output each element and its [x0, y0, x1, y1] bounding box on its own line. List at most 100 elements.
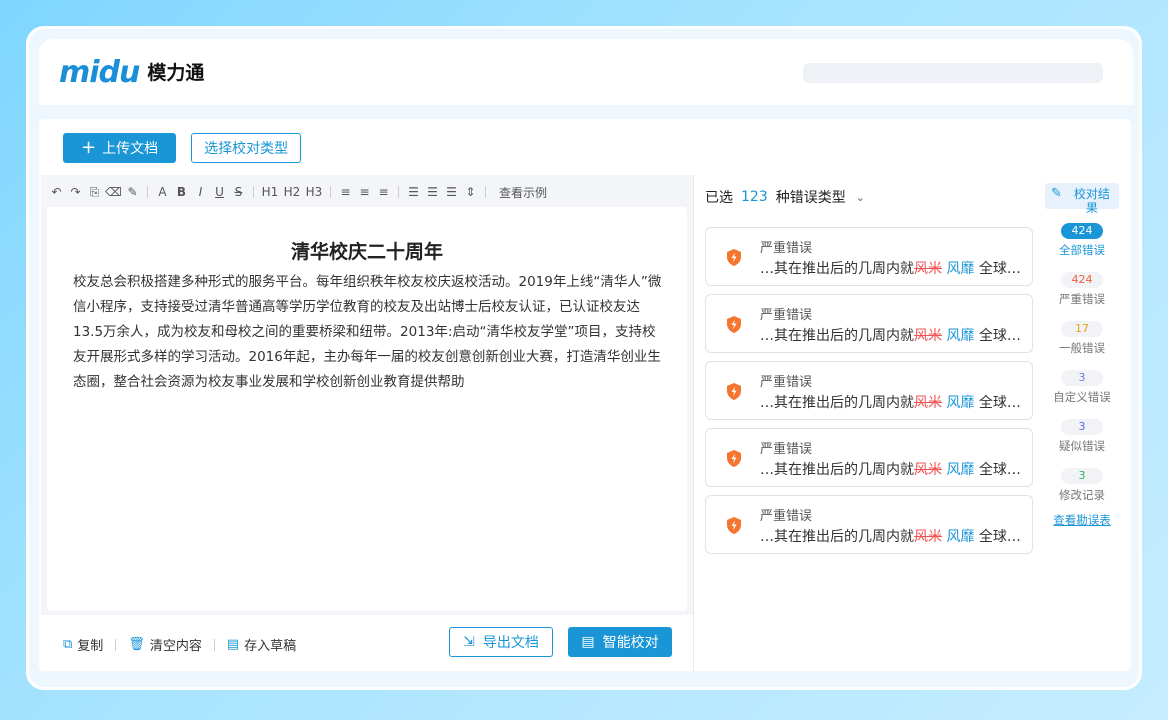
count-badge: 424 [1061, 223, 1103, 239]
clear-format-icon[interactable]: ⌫ [105, 185, 122, 200]
align-center-icon[interactable]: ≡ [357, 185, 372, 200]
redo-icon[interactable]: ↷ [68, 185, 83, 200]
document-title: 清华校庆二十周年 [290, 241, 443, 263]
count-badge: 3 [1061, 468, 1103, 484]
strikethrough-icon[interactable]: S [231, 185, 246, 200]
shield-warning-icon [727, 316, 741, 333]
italic-icon[interactable]: I [193, 185, 208, 200]
upload-document-label: 上传文档 [102, 141, 159, 157]
error-card[interactable]: 严重错误 …其在推出后的几周内就风米 风靡 全球… [705, 428, 1033, 487]
filter-custom-errors[interactable]: 3 自定义错误 [1045, 366, 1119, 405]
chevron-down-icon: ⌄ [855, 190, 865, 204]
select-check-type-button[interactable]: 选择校对类型 [191, 133, 302, 163]
toolbar-divider [253, 186, 254, 198]
copy-icon: ⧉ [63, 637, 73, 652]
error-list: 严重错误 …其在推出后的几周内就风米 风靡 全球… 严重错误 …其在推出后的几周… [705, 227, 1033, 562]
error-type: 严重错误 [760, 375, 813, 390]
selected-suffix: 种错误类型 [775, 190, 846, 206]
error-wrong-word: 风米 [914, 261, 942, 277]
error-type: 严重错误 [760, 442, 813, 457]
error-card[interactable]: 严重错误 …其在推出后的几周内就风米 风靡 全球… [705, 227, 1033, 286]
shield-warning-icon [727, 383, 741, 400]
plus-icon: + [81, 137, 97, 158]
header-search-bar[interactable] [803, 63, 1103, 83]
error-wrong-word: 风米 [914, 529, 942, 545]
view-example-link[interactable]: 查看示例 [499, 184, 547, 201]
top-toolbar: + 上传文档 选择校对类型 [63, 133, 302, 163]
error-fix-word[interactable]: 风靡 [946, 529, 974, 545]
upload-document-button[interactable]: + 上传文档 [63, 133, 177, 163]
shield-warning-icon [727, 249, 741, 266]
smart-check-button[interactable]: ▤ 智能校对 [568, 627, 672, 657]
error-type-selector[interactable]: 已选 123 种错误类型 ⌄ [705, 187, 865, 207]
outdent-icon[interactable]: ☰ [425, 185, 440, 200]
format-painter-icon[interactable]: ⎘ [87, 185, 102, 200]
align-left-icon[interactable]: ≡ [338, 185, 353, 200]
font-size-icon[interactable]: A [155, 185, 170, 200]
selected-count: 123 [741, 189, 768, 205]
heading1-icon[interactable]: H1 [261, 185, 279, 200]
shield-warning-icon [727, 450, 741, 467]
error-wrong-word: 风米 [914, 462, 942, 478]
smart-check-label: 智能校对 [602, 635, 659, 651]
document-icon: ▤ [581, 634, 595, 650]
line-height-icon[interactable]: ⇕ [463, 185, 478, 200]
heading3-icon[interactable]: H3 [305, 185, 323, 200]
filter-label: 疑似错误 [1059, 439, 1105, 453]
error-prefix: …其在推出后的几周内就 [760, 261, 914, 277]
selected-prefix: 已选 [705, 190, 733, 206]
filter-label: 全部错误 [1059, 243, 1105, 257]
copy-button[interactable]: ⧉ 复制 [63, 635, 103, 654]
workspace: + 上传文档 选择校对类型 ↶ ↷ ⎘ ⌫ ✎ A B I U S H1 H2 [39, 119, 1131, 671]
filter-all-errors[interactable]: 424 全部错误 [1045, 219, 1119, 258]
error-suffix: 全球… [978, 328, 1021, 344]
list-icon[interactable]: ☰ [444, 185, 459, 200]
filter-suspected-errors[interactable]: 3 疑似错误 [1045, 415, 1119, 454]
error-fix-word[interactable]: 风靡 [946, 395, 974, 411]
error-suffix: 全球… [978, 529, 1021, 545]
bold-icon[interactable]: B [174, 185, 189, 200]
count-badge: 3 [1061, 419, 1103, 435]
error-card[interactable]: 严重错误 …其在推出后的几周内就风米 风靡 全球… [705, 495, 1033, 554]
document-edit-icon: ✎ [1051, 186, 1062, 201]
error-fix-word[interactable]: 风靡 [946, 462, 974, 478]
error-type: 严重错误 [760, 308, 813, 323]
eraser-icon[interactable]: ✎ [125, 185, 140, 200]
undo-icon[interactable]: ↶ [49, 185, 64, 200]
filter-edit-history[interactable]: 3 修改记录 [1045, 464, 1119, 503]
footer-actions: ⧉ 复制 🗑 清空内容 ▤ 存入草稿 [63, 635, 296, 654]
panel-divider [693, 175, 694, 671]
align-right-icon[interactable]: ≡ [376, 185, 391, 200]
filter-label: 自定义错误 [1053, 390, 1111, 404]
error-type: 严重错误 [760, 509, 813, 524]
error-fix-word[interactable]: 风靡 [946, 261, 974, 277]
view-errata-table-link[interactable]: 查看勘误表 [1045, 513, 1119, 528]
error-fix-word[interactable]: 风靡 [946, 328, 974, 344]
heading2-icon[interactable]: H2 [283, 185, 301, 200]
count-badge: 424 [1061, 272, 1103, 288]
error-prefix: …其在推出后的几周内就 [760, 395, 914, 411]
filter-general-errors[interactable]: 17 一般错误 [1045, 317, 1119, 356]
tab-check-results[interactable]: ✎ 校对结果 [1045, 183, 1119, 215]
indent-icon[interactable]: ☰ [406, 185, 421, 200]
save-draft-button[interactable]: ▤ 存入草稿 [227, 635, 296, 654]
check-results-label: 校对结果 [1073, 187, 1110, 215]
underline-icon[interactable]: U [212, 185, 227, 200]
results-panel: 已选 123 种错误类型 ⌄ 严重错误 …其在推出后的几周内就风米 风靡 全球…… [695, 175, 1131, 671]
error-prefix: …其在推出后的几周内就 [760, 529, 914, 545]
clear-content-button[interactable]: 🗑 清空内容 [128, 635, 202, 654]
error-context: …其在推出后的几周内就风米 风靡 全球… [760, 325, 1021, 345]
trash-icon: 🗑 [128, 637, 145, 652]
export-document-button[interactable]: ⇲ 导出文档 [449, 627, 553, 657]
header-bar: midu 模力通 [39, 39, 1133, 105]
error-wrong-word: 风米 [914, 395, 942, 411]
error-context: …其在推出后的几周内就风米 风靡 全球… [760, 459, 1021, 479]
filter-severe-errors[interactable]: 424 严重错误 [1045, 268, 1119, 307]
export-document-label: 导出文档 [482, 635, 539, 651]
logo[interactable]: midu 模力通 [59, 55, 204, 91]
error-card[interactable]: 严重错误 …其在推出后的几周内就风米 风靡 全球… [705, 361, 1033, 420]
document-editor[interactable]: 清华校庆二十周年 校友总会积极搭建多种形式的服务平台。每年组织秩年校友校庆返校活… [47, 207, 687, 611]
error-card[interactable]: 严重错误 …其在推出后的几周内就风米 风靡 全球… [705, 294, 1033, 353]
logo-name: 模力通 [147, 62, 205, 84]
error-prefix: …其在推出后的几周内就 [760, 328, 914, 344]
